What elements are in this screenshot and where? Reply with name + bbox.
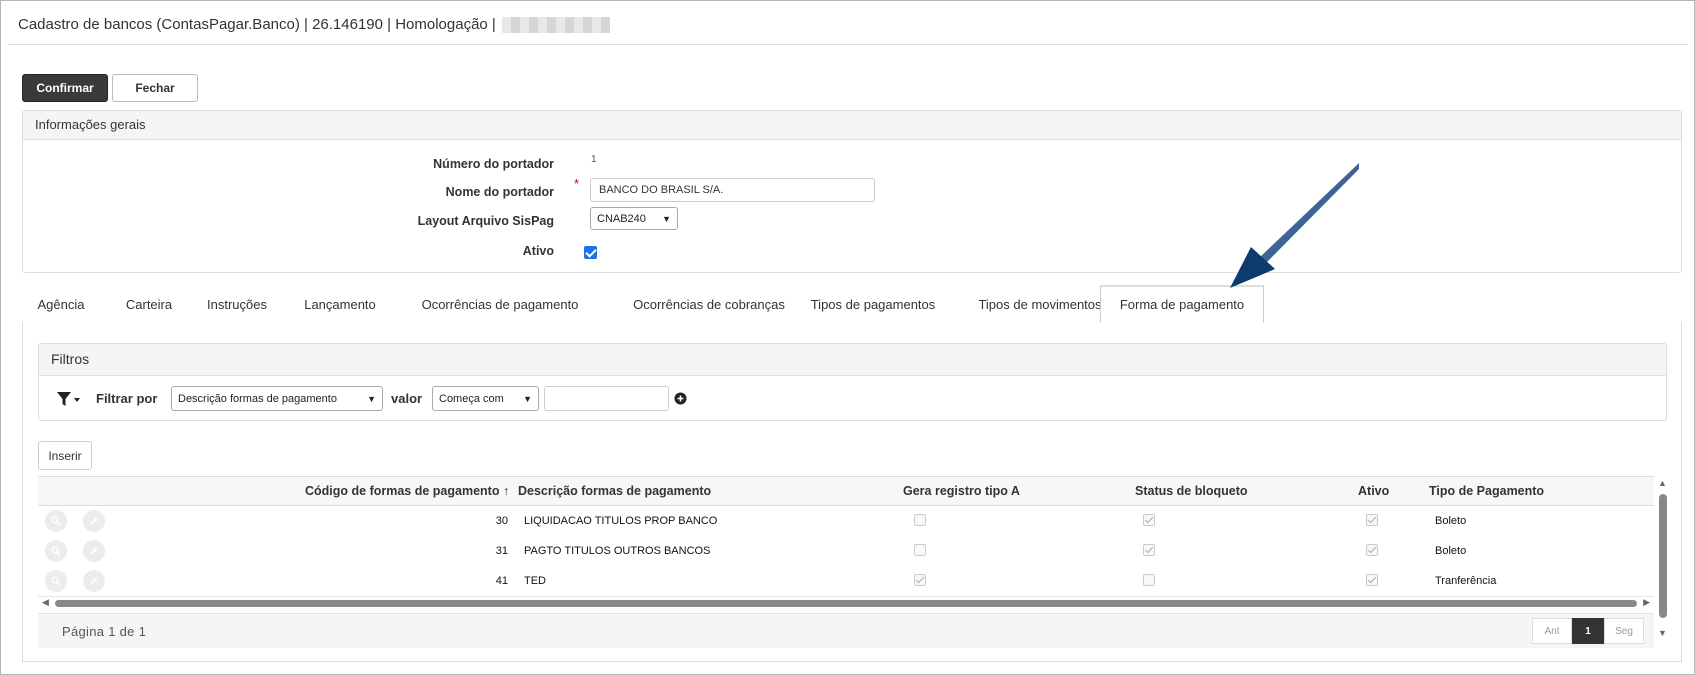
scroll-right-icon[interactable]: ▶ bbox=[1643, 597, 1650, 608]
cell-codigo: 41 bbox=[495, 575, 508, 587]
cell-descricao: PAGTO TITULOS OUTROS BANCOS bbox=[524, 545, 711, 557]
annotation-arrow bbox=[1230, 163, 1359, 288]
insert-button[interactable]: Inserir bbox=[38, 441, 92, 470]
cell-status-checkbox bbox=[1143, 544, 1155, 556]
payment-forms-grid: Código de formas de pagamento ↑ Descriçã… bbox=[38, 476, 1654, 597]
view-icon[interactable] bbox=[45, 540, 67, 562]
cell-ativo-checkbox bbox=[1366, 544, 1378, 556]
window-title-text: Cadastro de bancos (ContasPagar.Banco) |… bbox=[18, 16, 496, 33]
cell-ativo-checkbox bbox=[1366, 574, 1378, 586]
sort-asc-icon: ↑ bbox=[502, 484, 510, 498]
cell-codigo: 30 bbox=[495, 515, 508, 527]
filter-by-label: Filtrar por bbox=[96, 391, 158, 406]
col-codigo-label: Código de formas de pagamento bbox=[305, 484, 500, 498]
cell-status-checkbox bbox=[1143, 574, 1155, 586]
view-icon[interactable] bbox=[45, 510, 67, 532]
col-ativo[interactable]: Ativo bbox=[1358, 484, 1389, 498]
col-descricao[interactable]: Descrição formas de pagamento bbox=[518, 484, 711, 498]
cell-descricao: TED bbox=[524, 575, 546, 587]
cell-gera-checkbox bbox=[914, 514, 926, 526]
tab-ocorrencias-pagamento[interactable]: Ocorrências de pagamento bbox=[402, 285, 598, 323]
table-row[interactable]: 31 PAGTO TITULOS OUTROS BANCOS Boleto bbox=[38, 536, 1654, 567]
table-row[interactable]: 41 TED Tranferência bbox=[38, 566, 1654, 597]
col-tipo-pagamento[interactable]: Tipo de Pagamento bbox=[1429, 484, 1544, 498]
cell-tipo: Boleto bbox=[1435, 515, 1467, 527]
tab-lancamento[interactable]: Lançamento bbox=[292, 285, 388, 323]
edit-icon[interactable] bbox=[83, 540, 105, 562]
cell-tipo: Tranferência bbox=[1435, 575, 1497, 587]
prev-page-button[interactable]: Ant bbox=[1532, 618, 1572, 644]
tab-bar: Agência Carteira Instruções Lançamento O… bbox=[22, 285, 1685, 323]
filter-field-select[interactable]: Descrição formas de pagamento ▼ bbox=[171, 386, 383, 411]
tab-tipos-pagamentos[interactable]: Tipos de pagamentos bbox=[788, 285, 958, 323]
vertical-scrollbar[interactable]: ▲ ▼ bbox=[1657, 476, 1669, 646]
next-page-button[interactable]: Seg bbox=[1604, 618, 1644, 644]
title-divider bbox=[8, 44, 1688, 45]
layout-sispag-value: CNAB240 bbox=[597, 212, 646, 225]
edit-icon[interactable] bbox=[83, 570, 105, 592]
general-info-title: Informações gerais bbox=[23, 111, 1681, 140]
tab-agencia[interactable]: Agência bbox=[22, 285, 100, 323]
cell-gera-checkbox bbox=[914, 544, 926, 556]
operator-value: Começa com bbox=[439, 392, 504, 405]
scroll-up-icon[interactable]: ▲ bbox=[1658, 478, 1667, 488]
scroll-down-icon[interactable]: ▼ bbox=[1658, 628, 1667, 638]
confirm-button[interactable]: Confirmar bbox=[22, 74, 108, 102]
filters-title: Filtros bbox=[39, 344, 1666, 376]
grid-header: Código de formas de pagamento ↑ Descriçã… bbox=[38, 477, 1654, 506]
view-icon[interactable] bbox=[45, 570, 67, 592]
cell-status-checkbox bbox=[1143, 514, 1155, 526]
value-label: valor bbox=[391, 391, 423, 406]
edit-icon[interactable] bbox=[83, 510, 105, 532]
vertical-scroll-thumb[interactable] bbox=[1659, 494, 1667, 618]
horizontal-scroll-thumb[interactable] bbox=[55, 600, 1637, 607]
tab-carteira[interactable]: Carteira bbox=[114, 285, 184, 323]
col-gera-registro[interactable]: Gera registro tipo A bbox=[903, 484, 1020, 498]
filter-icon[interactable] bbox=[56, 390, 82, 413]
numero-portador-label: Número do portador bbox=[433, 157, 554, 171]
numero-portador-value: 1 bbox=[591, 154, 597, 165]
cell-ativo-checkbox bbox=[1366, 514, 1378, 526]
layout-sispag-select[interactable]: CNAB240 ▼ bbox=[590, 207, 678, 230]
cell-gera-checkbox bbox=[914, 574, 926, 586]
cell-tipo: Boleto bbox=[1435, 545, 1467, 557]
nome-portador-label: Nome do portador bbox=[445, 185, 554, 199]
chevron-down-icon: ▼ bbox=[523, 393, 532, 404]
cell-descricao: LIQUIDACAO TITULOS PROP BANCO bbox=[524, 515, 718, 527]
col-status-bloqueto[interactable]: Status de bloqueto bbox=[1135, 484, 1248, 498]
tab-instrucoes[interactable]: Instruções bbox=[198, 285, 276, 323]
page-1-button[interactable]: 1 bbox=[1572, 618, 1604, 644]
horizontal-scrollbar[interactable]: ◀ ▶ bbox=[38, 597, 1654, 609]
scroll-left-icon[interactable]: ◀ bbox=[42, 597, 49, 608]
tab-ocorrencias-cobrancas[interactable]: Ocorrências de cobranças bbox=[614, 285, 804, 323]
ativo-label: Ativo bbox=[522, 244, 554, 258]
table-row[interactable]: 30 LIQUIDACAO TITULOS PROP BANCO Boleto bbox=[38, 506, 1654, 537]
nome-portador-input[interactable]: BANCO DO BRASIL S/A. bbox=[590, 178, 875, 202]
chevron-down-icon: ▼ bbox=[367, 393, 376, 404]
pager: Página 1 de 1 Ant 1 Seg bbox=[38, 613, 1654, 648]
add-filter-icon[interactable] bbox=[674, 392, 687, 410]
ativo-checkbox[interactable] bbox=[584, 246, 597, 259]
window-title: Cadastro de bancos (ContasPagar.Banco) |… bbox=[18, 16, 610, 33]
page-info: Página 1 de 1 bbox=[62, 624, 147, 639]
redacted-environment bbox=[501, 16, 610, 33]
required-marker: * bbox=[574, 176, 580, 191]
filter-value-input[interactable] bbox=[544, 386, 669, 411]
layout-sispag-label: Layout Arquivo SisPag bbox=[417, 214, 554, 228]
chevron-down-icon: ▼ bbox=[662, 213, 671, 224]
close-button[interactable]: Fechar bbox=[112, 74, 198, 102]
col-codigo[interactable]: Código de formas de pagamento ↑ bbox=[305, 484, 509, 498]
filter-field-value: Descrição formas de pagamento bbox=[178, 392, 337, 405]
operator-select[interactable]: Começa com ▼ bbox=[432, 386, 539, 411]
cell-codigo: 31 bbox=[495, 545, 508, 557]
